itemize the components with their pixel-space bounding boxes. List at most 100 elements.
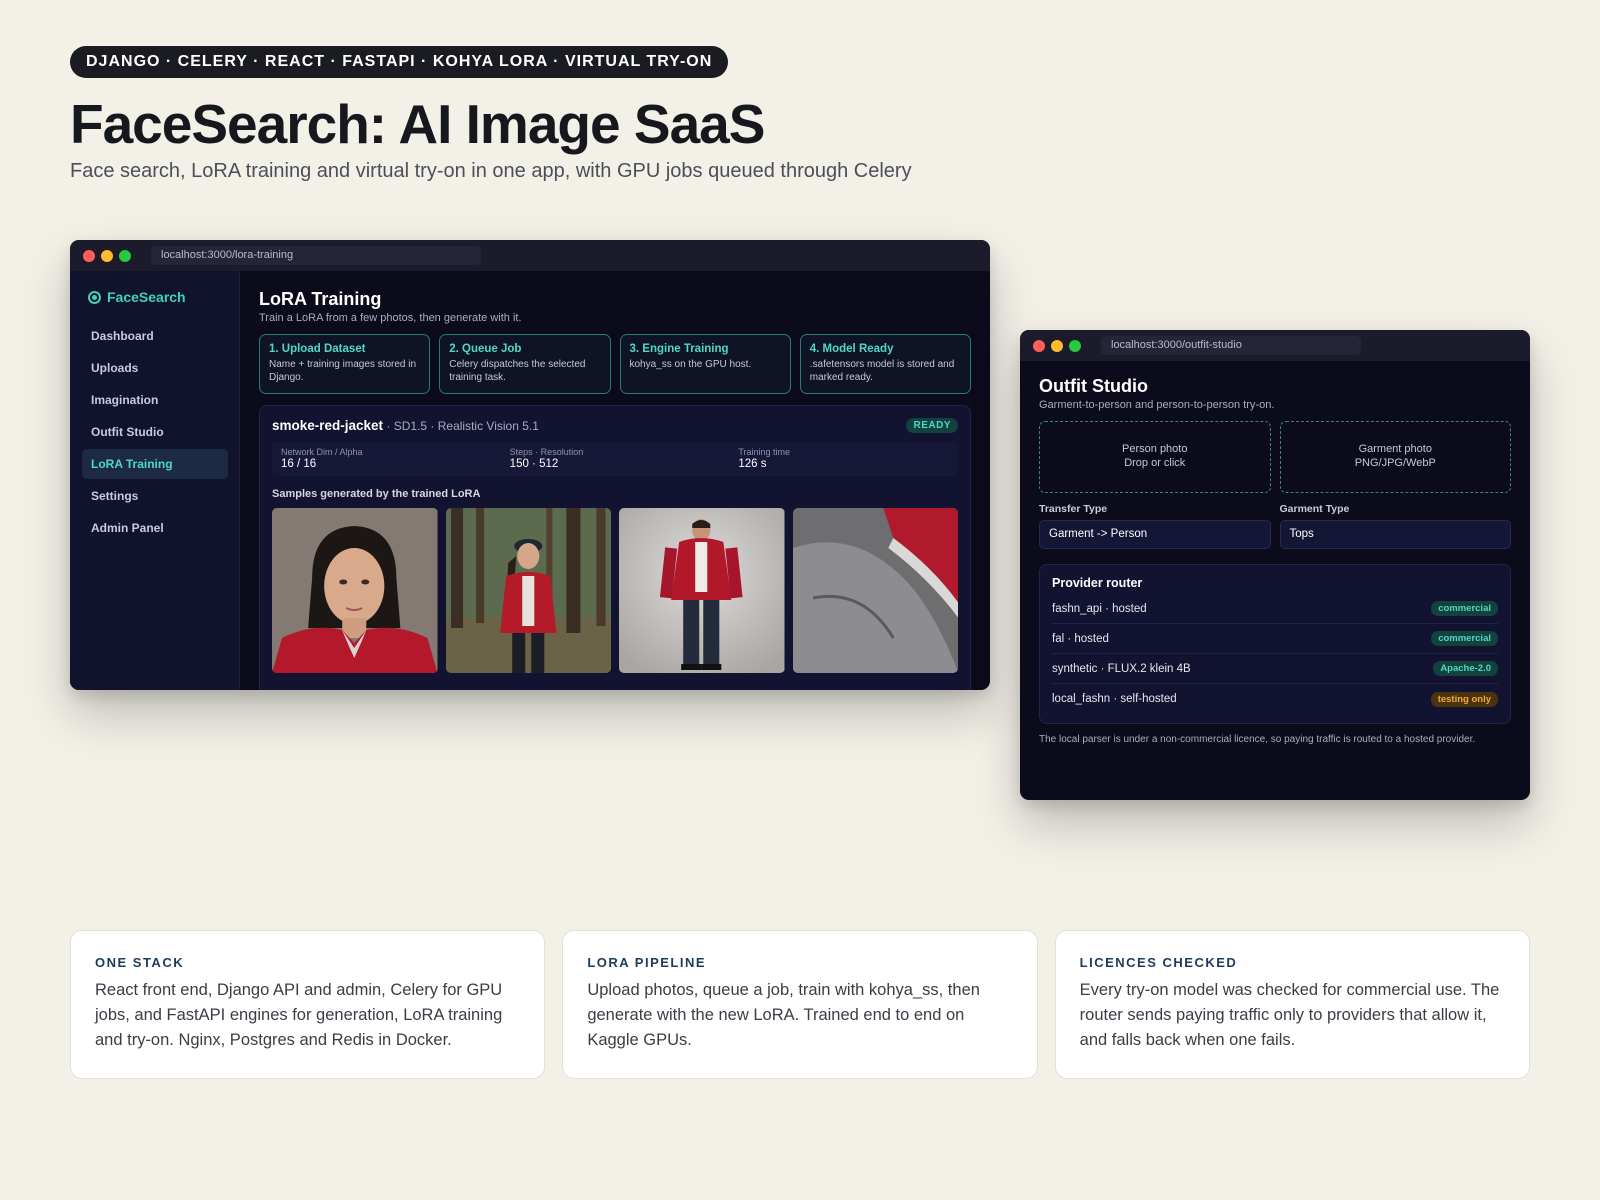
tech-stack-pill: DJANGO · CELERY · REACT · FASTAPI · KOHY…: [70, 46, 729, 78]
garment-type-field: Garment Type Tops: [1279, 503, 1511, 549]
garment-type-label: Garment Type: [1279, 503, 1350, 515]
maximize-window-icon[interactable]: [1069, 340, 1081, 352]
address-bar[interactable]: localhost:3000/outfit-studio: [1101, 336, 1361, 355]
step-desc: .safetensors model is stored and marked …: [809, 359, 955, 383]
sidebar-item-dashboard[interactable]: Dashboard: [82, 321, 228, 351]
router-title: Provider router: [1052, 576, 1143, 590]
samples-gallery: [272, 508, 958, 673]
address-bar[interactable]: localhost:3000/lora-training: [151, 246, 481, 265]
stat-item: Training time 126 s: [729, 442, 958, 476]
lora-training-window: localhost:3000/lora-training FaceSearch …: [70, 240, 990, 690]
sidebar-nav: Dashboard Uploads Imagination Outfit Stu…: [82, 321, 228, 545]
feature-card: ONE STACK React front end, Django API an…: [70, 930, 546, 1079]
provider-row: fashn_api · hosted commercial: [1052, 594, 1498, 624]
provider-name: fashn_api · hosted: [1052, 602, 1147, 615]
provider-row: fal · hosted commercial: [1052, 624, 1498, 654]
sample-image[interactable]: [619, 508, 785, 673]
licence-badge: Apache-2.0: [1433, 661, 1498, 676]
close-window-icon[interactable]: [83, 250, 95, 262]
sidebar-item-outfit-studio[interactable]: Outfit Studio: [82, 417, 228, 447]
licence-badge: commercial: [1431, 601, 1498, 616]
licence-badge: commercial: [1431, 631, 1498, 646]
feature-cards: ONE STACK React front end, Django API an…: [70, 930, 1530, 1079]
dropzone-label: Person photo: [1122, 443, 1188, 456]
stat-item: Steps · Resolution 150 · 512: [501, 442, 730, 476]
sidebar-item-admin-panel[interactable]: Admin Panel: [82, 513, 228, 543]
step-desc: kohya_ss on the GPU host.: [629, 359, 752, 370]
minimize-window-icon[interactable]: [1051, 340, 1063, 352]
transfer-type-select[interactable]: Garment -> Person: [1039, 520, 1271, 549]
provider-name: fal · hosted: [1052, 632, 1109, 645]
card-kicker: LICENCES CHECKED: [1079, 955, 1238, 970]
card-body: Every try-on model was checked for comme…: [1079, 981, 1500, 1049]
provider-name: local_fashn · self-hosted: [1052, 693, 1177, 705]
sidebar-item-imagination[interactable]: Imagination: [82, 385, 228, 415]
stat-label: Network Dim / Alpha: [281, 447, 363, 457]
page-subtitle: Face search, LoRA training and virtual t…: [70, 160, 912, 182]
garment-photo-dropzone[interactable]: Garment photo PNG/JPG/WebP: [1279, 421, 1511, 493]
provider-row: local_fashn · self-hosted testing only: [1052, 684, 1498, 714]
step-title: 1. Upload Dataset: [269, 343, 366, 355]
transfer-type-label: Transfer Type: [1039, 503, 1108, 515]
card-kicker: LORA PIPELINE: [587, 955, 707, 970]
licence-badge: testing only: [1430, 691, 1498, 707]
sidebar-item-uploads[interactable]: Uploads: [82, 353, 228, 383]
step-card: 1. Upload Dataset Name + training images…: [259, 334, 431, 394]
provider-name: synthetic · FLUX.2 klein 4B: [1052, 662, 1191, 675]
outfit-title: Outfit Studio: [1039, 376, 1148, 396]
main-content: LoRA Training Train a LoRA from a few ph…: [240, 271, 990, 690]
page-title: FaceSearch: AI Image SaaS: [70, 93, 765, 155]
stat-value: 126 s: [738, 458, 767, 470]
sample-image[interactable]: [792, 508, 958, 673]
garment-type-select[interactable]: Tops: [1279, 520, 1511, 549]
stat-item: Network Dim / Alpha 16 / 16: [272, 442, 501, 476]
pipeline-steps: 1. Upload Dataset Name + training images…: [259, 334, 971, 394]
step-title: 3. Engine Training: [629, 343, 729, 355]
stat-value: 150 · 512: [509, 458, 559, 470]
sample-image[interactable]: [445, 508, 611, 673]
brand-name: FaceSearch: [107, 289, 186, 305]
dropzone-hint: Drop or click: [1124, 457, 1186, 469]
stat-label: Training time: [738, 447, 791, 457]
step-card: 4. Model Ready .safetensors model is sto…: [799, 334, 971, 394]
minimize-window-icon[interactable]: [101, 250, 113, 262]
brand-logo[interactable]: FaceSearch: [88, 289, 186, 305]
step-title: 2. Queue Job: [449, 343, 522, 355]
maximize-window-icon[interactable]: [119, 250, 131, 262]
step-title: 4. Model Ready: [809, 343, 894, 355]
sample-image[interactable]: [272, 508, 438, 673]
person-photo-dropzone[interactable]: Person photo Drop or click: [1039, 421, 1271, 493]
step-desc: Celery dispatches the selected training …: [449, 359, 586, 383]
window-titlebar: localhost:3000/lora-training: [70, 240, 990, 271]
stat-label: Steps · Resolution: [509, 447, 584, 457]
step-card: 3. Engine Training kohya_ss on the GPU h…: [619, 334, 791, 394]
tryon-fields: Transfer Type Garment -> Person Garment …: [1039, 503, 1511, 549]
card-kicker: ONE STACK: [95, 955, 185, 970]
lora-page-title: LoRA Training: [259, 289, 382, 309]
dropzone-label: Garment photo: [1358, 443, 1432, 456]
provider-row: synthetic · FLUX.2 klein 4B Apache-2.0: [1052, 654, 1498, 684]
transfer-type-field: Transfer Type Garment -> Person: [1039, 503, 1271, 549]
status-badge: READY: [906, 418, 958, 433]
window-titlebar: localhost:3000/outfit-studio: [1020, 330, 1530, 361]
model-stats: Network Dim / Alpha 16 / 16 Steps · Reso…: [272, 442, 958, 476]
feature-card: LICENCES CHECKED Every try-on model was …: [1054, 930, 1530, 1079]
licence-footnote: The local parser is under a non-commerci…: [1039, 734, 1476, 745]
model-name-text: smoke-red-jacket: [272, 418, 384, 433]
model-base: · SD1.5 · Realistic Vision 5.1: [383, 419, 539, 433]
upload-dropzones: Person photo Drop or click Garment photo…: [1039, 421, 1511, 493]
samples-label: Samples generated by the trained LoRA: [272, 488, 481, 500]
brand-target-icon: [88, 290, 101, 304]
model-card: smoke-red-jacket · SD1.5 · Realistic Vis…: [259, 405, 971, 690]
sidebar-item-lora-training[interactable]: LoRA Training: [82, 449, 228, 479]
step-card: 2. Queue Job Celery dispatches the selec…: [439, 334, 611, 394]
step-desc: Name + training images stored in Django.: [269, 359, 417, 383]
card-body: Upload photos, queue a job, train with k…: [587, 981, 980, 1049]
sidebar-item-settings[interactable]: Settings: [82, 481, 228, 511]
sidebar: FaceSearch Dashboard Uploads Imagination…: [70, 271, 240, 690]
provider-router: Provider router fashn_api · hosted comme…: [1039, 564, 1511, 724]
card-body: React front end, Django API and admin, C…: [95, 981, 503, 1049]
close-window-icon[interactable]: [1033, 340, 1045, 352]
stat-value: 16 / 16: [281, 458, 317, 470]
dropzone-hint: PNG/JPG/WebP: [1354, 457, 1436, 469]
